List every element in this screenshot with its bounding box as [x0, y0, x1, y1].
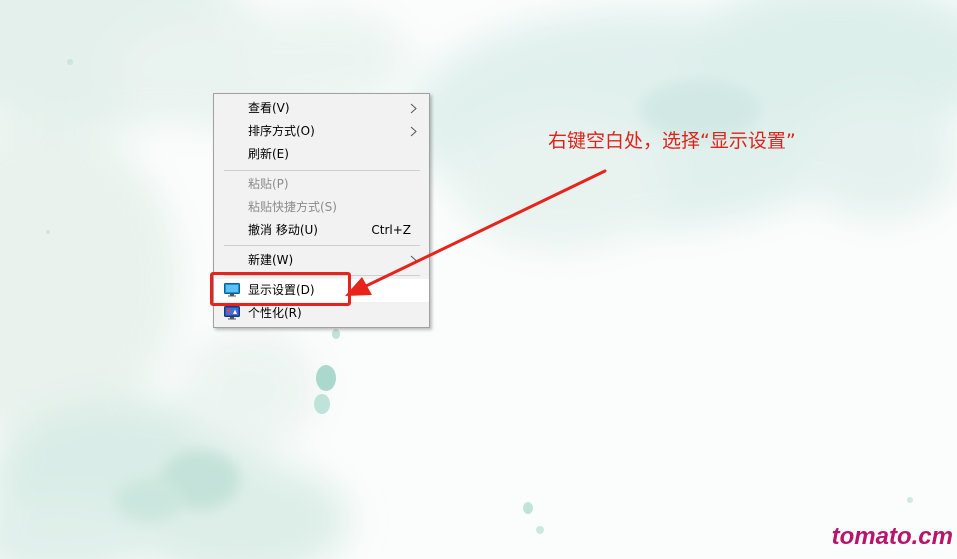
- desktop[interactable]: 查看(V) 排序方式(O) 刷新(E) 粘贴(P) 粘贴快捷方式(S) 撤消 移…: [0, 0, 957, 559]
- annotation-text: 右键空白处，选择“显示设置”: [548, 130, 796, 152]
- annotation-arrow: [345, 169, 607, 296]
- watermark: tomato.cm: [831, 523, 953, 550]
